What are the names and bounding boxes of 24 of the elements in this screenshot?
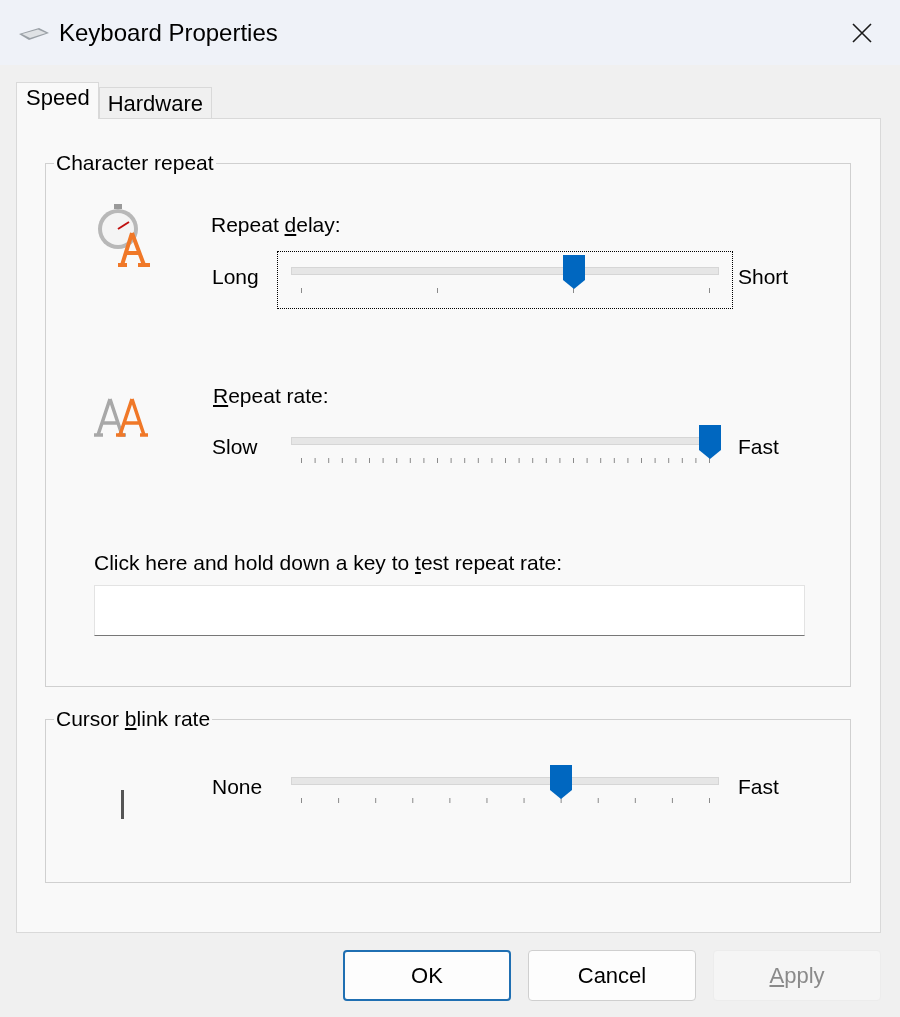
min-label: Long <box>212 264 260 289</box>
group-title: Character repeat <box>55 151 215 175</box>
max-label: Fast <box>738 774 779 799</box>
slider-label: Repeat delay: <box>211 213 341 236</box>
group-title: Cursor blink rate <box>55 707 212 731</box>
tab[interactable]: Speed <box>16 82 99 119</box>
keyboard-icon <box>19 28 49 40</box>
slider-thumb[interactable] <box>550 765 573 799</box>
test-label: Click here and hold down a key to test repeat rate: <box>94 551 564 575</box>
slider-label: Repeat rate: <box>213 384 329 407</box>
dialog-button[interactable]: OK <box>343 950 511 1001</box>
delay-slider[interactable] <box>277 251 733 309</box>
text-cursor-icon <box>121 790 125 819</box>
slider-thumb[interactable] <box>563 255 586 289</box>
max-label: Short <box>738 264 789 289</box>
input-field[interactable] <box>94 585 805 636</box>
min-label: Slow <box>212 434 259 459</box>
dialog-button[interactable]: Cancel <box>528 950 696 1001</box>
tab[interactable]: Hardware <box>98 87 212 118</box>
min-label: None <box>212 774 264 799</box>
close-icon[interactable] <box>852 23 872 43</box>
window-title: Keyboard Properties <box>59 18 278 47</box>
max-label: Fast <box>738 434 779 459</box>
slider-thumb[interactable] <box>699 425 721 459</box>
